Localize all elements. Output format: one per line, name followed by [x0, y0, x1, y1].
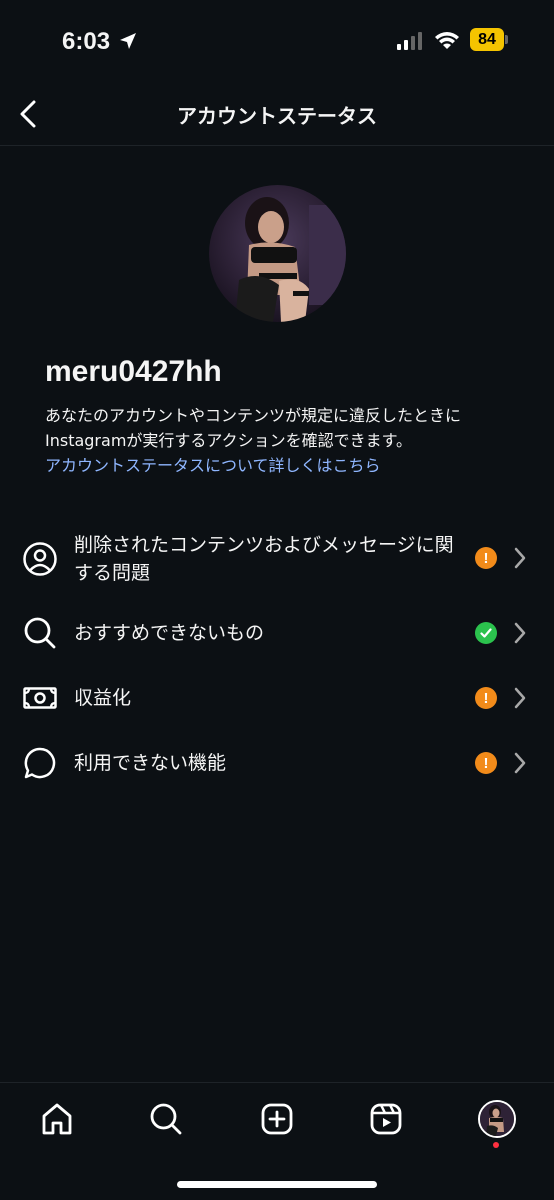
chevron-right-icon [514, 687, 526, 709]
chevron-right-icon [514, 622, 526, 644]
chevron-right-icon [514, 547, 526, 569]
search-icon [150, 1103, 182, 1135]
tab-create[interactable] [257, 1099, 297, 1139]
row-label: 削除されたコンテンツおよびメッセージに関する問題 [74, 534, 454, 584]
location-arrow-icon [120, 33, 136, 49]
notification-dot [493, 1142, 499, 1148]
row-label: おすすめできないもの [74, 622, 265, 644]
chat-bubble-icon [22, 745, 58, 781]
nav-header: アカウントステータス [0, 86, 554, 146]
row-label: 収益化 [74, 687, 132, 709]
status-row-not-recommended[interactable]: おすすめできないもの [0, 610, 554, 656]
learn-more-link[interactable]: アカウントステータスについて詳しくはこちら [45, 453, 515, 478]
money-icon [22, 680, 58, 716]
profile-avatar [209, 185, 346, 322]
status-row-removed-content[interactable]: 削除されたコンテンツおよびメッセージに関する問題 ! [0, 530, 554, 588]
search-icon [22, 615, 58, 651]
tab-profile-avatar[interactable] [478, 1100, 516, 1138]
page-title: アカウントステータス [177, 104, 377, 128]
home-icon [42, 1103, 72, 1135]
cell-signal-icon [397, 30, 422, 50]
username: meru0427hh [45, 355, 222, 388]
reels-icon [370, 1103, 402, 1135]
tab-home[interactable] [37, 1099, 77, 1139]
tab-search[interactable] [146, 1099, 186, 1139]
account-status-description: あなたのアカウントやコンテンツが規定に違反したときにInstagramが実行する… [45, 403, 515, 478]
tab-reels[interactable] [366, 1099, 406, 1139]
warning-status-icon: ! [475, 687, 497, 709]
check-status-icon [475, 622, 497, 644]
status-bar: 6:03 84 [0, 0, 554, 86]
home-indicator [177, 1181, 377, 1188]
row-label: 利用できない機能 [74, 752, 227, 774]
battery-level: 84 [470, 28, 504, 51]
status-row-unavailable-features[interactable]: 利用できない機能 ! [0, 740, 554, 786]
wifi-icon [435, 32, 459, 49]
warning-status-icon: ! [475, 752, 497, 774]
battery-indicator: 84 [470, 28, 508, 51]
status-row-monetization[interactable]: 収益化 ! [0, 675, 554, 721]
status-time: 6:03 [62, 28, 111, 55]
chevron-right-icon [514, 752, 526, 774]
person-circle-icon [22, 541, 58, 577]
description-text: あなたのアカウントやコンテンツが規定に違反したときにInstagramが実行する… [45, 406, 462, 450]
warning-status-icon: ! [475, 547, 497, 569]
create-icon [261, 1103, 293, 1135]
